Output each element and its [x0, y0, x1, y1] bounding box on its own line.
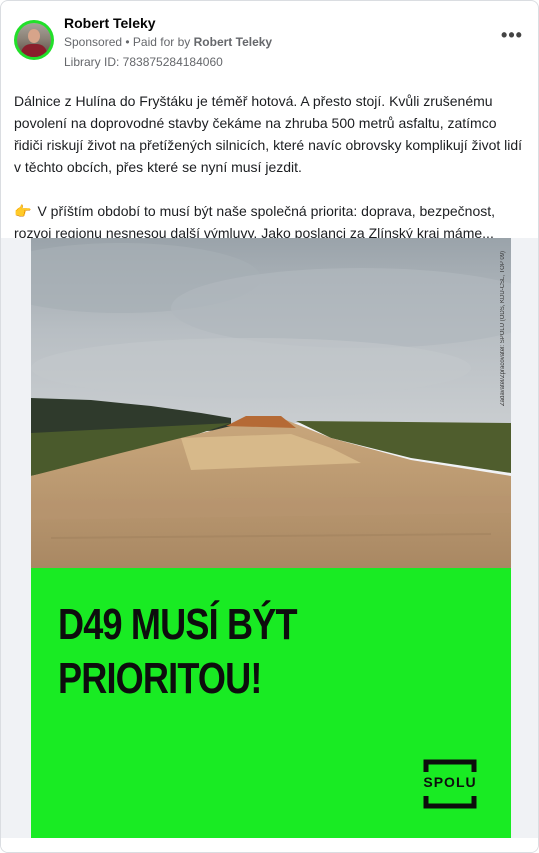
avatar-face [28, 29, 40, 43]
spolu-logo-text: SPOLU [423, 774, 477, 790]
card-bottom [1, 838, 538, 852]
post-paragraph-1: Dálnice z Hulína do Fryštáku je téměř ho… [14, 93, 523, 175]
ad-card: Robert Teleky Sponsored • Paid for by Ro… [0, 0, 539, 853]
headline-panel: D49 MUSÍ BÝT PRIORITOU! SPOLU [31, 568, 511, 838]
avatar-photo [17, 23, 51, 57]
spolu-logo: SPOLU [418, 756, 482, 812]
pointing-hand-icon: 👉 [14, 203, 32, 219]
post-paragraph-2-text: V příštím období to musí být naše společ… [14, 203, 496, 241]
sponsored-label: Sponsored [64, 35, 123, 49]
author-avatar[interactable] [14, 20, 54, 60]
creative-headline: D49 MUSÍ BÝT PRIORITOU! [58, 598, 370, 706]
headline-line-1: D49 MUSÍ BÝT [58, 600, 298, 649]
paid-by-name[interactable]: Robert Teleky [194, 35, 272, 49]
sponsored-line: Sponsored • Paid for by Robert Teleky [64, 35, 272, 49]
road-construction-photo [31, 238, 511, 568]
post-text: Dálnice z Hulína do Fryštáku je téměř ho… [14, 90, 524, 244]
post-header: Robert Teleky Sponsored • Paid for by Ro… [14, 13, 526, 73]
ad-disclaimer: Zadavatel/Zpracovatel: SPOLU (ODS, KDU-Č… [500, 250, 506, 406]
author-name[interactable]: Robert Teleky [64, 15, 156, 31]
avatar-shirt [21, 44, 47, 57]
more-horizontal-icon[interactable]: ••• [500, 26, 524, 47]
library-id: Library ID: 783875284184060 [64, 55, 223, 69]
paid-for-prefix: • Paid for by [122, 35, 194, 49]
headline-line-2: PRIORITOU! [58, 654, 262, 703]
ad-creative[interactable]: Zadavatel/Zpracovatel: SPOLU (ODS, KDU-Č… [31, 238, 511, 838]
